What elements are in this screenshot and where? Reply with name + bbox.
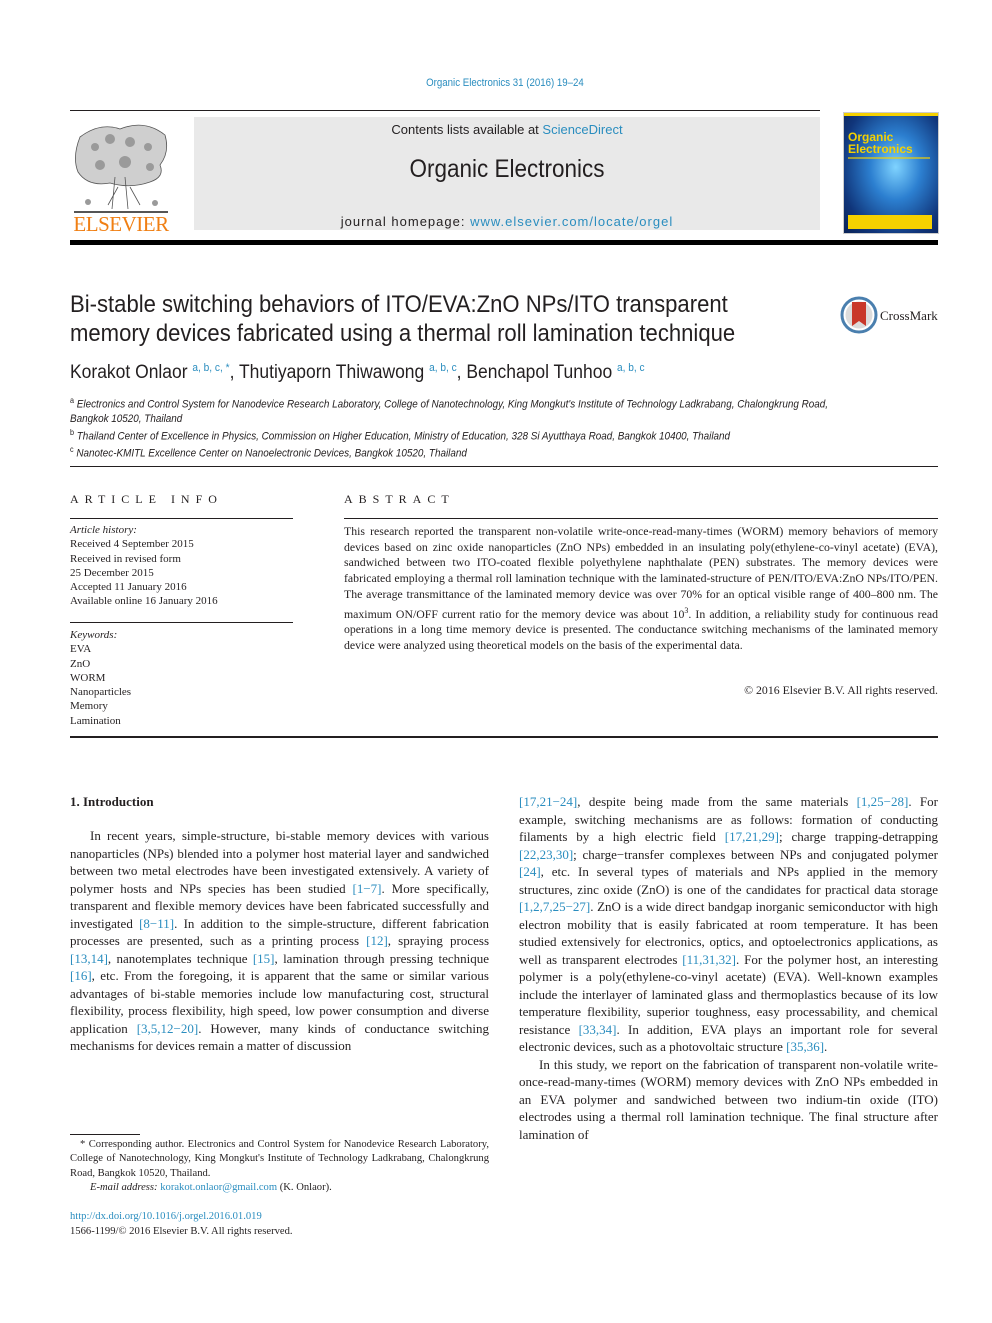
citation-link[interactable]: [17,21,29]: [725, 829, 779, 844]
citation-link[interactable]: [1,2,7,25−27]: [519, 899, 590, 914]
abstract-text: This research reported the transparent n…: [344, 524, 938, 652]
footnotes: * Corresponding author. Electronics and …: [70, 1138, 489, 1195]
keyword-item: Memory: [70, 700, 108, 713]
citation-link[interactable]: [15]: [253, 951, 275, 966]
crossmark-label: CrossMark: [880, 308, 938, 323]
citation-link[interactable]: [22,23,30]: [519, 847, 573, 862]
history-item: Received 4 September 2015: [70, 538, 194, 551]
journal-cover-image[interactable]: Organic Electronics: [843, 112, 939, 234]
keyword-item: EVA: [70, 643, 92, 656]
history-item: 25 December 2015: [70, 566, 154, 579]
author-separator: ,: [456, 362, 467, 383]
homepage-prefix: journal homepage:: [340, 214, 471, 229]
elsevier-wordmark: ELSEVIER: [73, 212, 169, 236]
author-email-link[interactable]: korakot.onlaor@gmail.com: [160, 1182, 277, 1193]
keyword-item: Lamination: [70, 714, 121, 727]
author-list: Korakot Onlaor a, b, c, *, Thutiyaporn T…: [70, 362, 861, 384]
history-item: Accepted 11 January 2016: [70, 581, 187, 594]
sciencedirect-link[interactable]: ScienceDirect: [542, 122, 622, 137]
keywords: Keywords: EVA ZnO WORM Nanoparticles Mem…: [70, 628, 293, 728]
citation-link[interactable]: [35,36]: [786, 1039, 824, 1054]
article-info-heading: ARTICLE INFO: [70, 492, 223, 506]
article-history-label: Article history:: [70, 524, 137, 536]
body-column-right: [17,21−24], despite being made from the …: [519, 793, 938, 1143]
divider: [344, 518, 938, 519]
journal-name: Organic Electronics: [409, 155, 605, 183]
cover-bottom-stripe: [848, 215, 932, 229]
crossmark-icon: [840, 296, 878, 334]
contents-line: Contents lists available at ScienceDirec…: [194, 122, 820, 137]
citation-link[interactable]: [1−7]: [353, 881, 382, 896]
issn-copyright: 1566-1199/© 2016 Elsevier B.V. All right…: [70, 1226, 293, 1237]
divider: [70, 622, 293, 623]
author-affil-marks[interactable]: a, b, c: [429, 362, 457, 374]
journal-citation-link[interactable]: Organic Electronics 31 (2016) 19–24: [61, 77, 950, 89]
citation-link[interactable]: [11,31,32]: [682, 952, 736, 967]
author-separator: ,: [229, 362, 239, 383]
paragraph: [17,21−24], despite being made from the …: [519, 794, 939, 1054]
header-top-rule: [70, 110, 820, 111]
divider: [70, 736, 938, 738]
abstract-copyright: © 2016 Elsevier B.V. All rights reserved…: [744, 683, 938, 697]
affiliation-item: a Electronics and Control System for Nan…: [70, 396, 829, 425]
keyword-item: Nanoparticles: [70, 686, 132, 699]
keyword-item: WORM: [70, 671, 106, 684]
paragraph: In recent years, simple-structure, bi-st…: [70, 828, 490, 1053]
paragraph: In this study, we report on the fabricat…: [519, 1056, 938, 1142]
homepage-line: journal homepage: www.elsevier.com/locat…: [194, 214, 820, 229]
citation-link[interactable]: [8−11]: [139, 916, 174, 931]
footnote-divider: [70, 1134, 140, 1135]
crossmark-button[interactable]: CrossMark: [840, 296, 940, 336]
header-thick-rule: [70, 240, 938, 245]
doi-link[interactable]: http://dx.doi.org/10.1016/j.orgel.2016.0…: [70, 1211, 262, 1222]
journal-homepage-link[interactable]: www.elsevier.com/locate/orgel: [470, 214, 673, 229]
author-affil-marks[interactable]: a, b, c: [617, 362, 645, 374]
contents-prefix: Contents lists available at: [391, 122, 543, 137]
divider: [70, 466, 938, 467]
author-name[interactable]: Thutiyaporn Thiwawong: [239, 362, 424, 383]
abstract-heading: ABSTRACT: [344, 492, 455, 506]
citation-link[interactable]: [3,5,12−20]: [137, 1021, 199, 1036]
history-item: Available online 16 January 2016: [70, 595, 218, 608]
citation-link[interactable]: [16]: [70, 968, 92, 983]
cover-subtitle-bar: [848, 157, 930, 159]
citation-link[interactable]: [33,34]: [579, 1022, 617, 1037]
body-column-left: In recent years, simple-structure, bi-st…: [70, 827, 489, 1055]
affiliation-item: b Thailand Center of Excellence in Physi…: [70, 427, 731, 443]
section-heading-introduction: 1. Introduction: [70, 794, 154, 809]
divider: [70, 518, 293, 519]
history-item: Received in revised form: [70, 552, 181, 565]
author-name[interactable]: Korakot Onlaor: [70, 362, 188, 383]
citation-link[interactable]: [1,25−28]: [857, 794, 909, 809]
citation-link[interactable]: [12]: [366, 933, 388, 948]
article-title: Bi-stable switching behaviors of ITO/EVA…: [70, 291, 736, 347]
keyword-item: ZnO: [70, 657, 91, 670]
cover-title: Organic Electronics: [848, 130, 913, 156]
corresponding-author-note: * Corresponding author. Electronics and …: [70, 1139, 489, 1179]
affiliation-item: c Nanotec-KMITL Excellence Center on Nan…: [70, 445, 467, 460]
affiliations: a Electronics and Control System for Nan…: [70, 394, 844, 461]
citation-link[interactable]: [24]: [519, 864, 541, 879]
author-affil-marks[interactable]: a, b, c, *: [192, 362, 229, 374]
article-history: Article history: Received 4 September 20…: [70, 523, 293, 609]
citation-link[interactable]: [13,14]: [70, 951, 108, 966]
keywords-label: Keywords:: [70, 629, 118, 641]
email-note: E-mail address: korakot.onlaor@gmail.com…: [90, 1181, 332, 1193]
citation-link[interactable]: [17,21−24]: [519, 794, 577, 809]
author-name[interactable]: Benchapol Tunhoo: [466, 362, 612, 383]
cover-top-stripe: [844, 113, 938, 116]
